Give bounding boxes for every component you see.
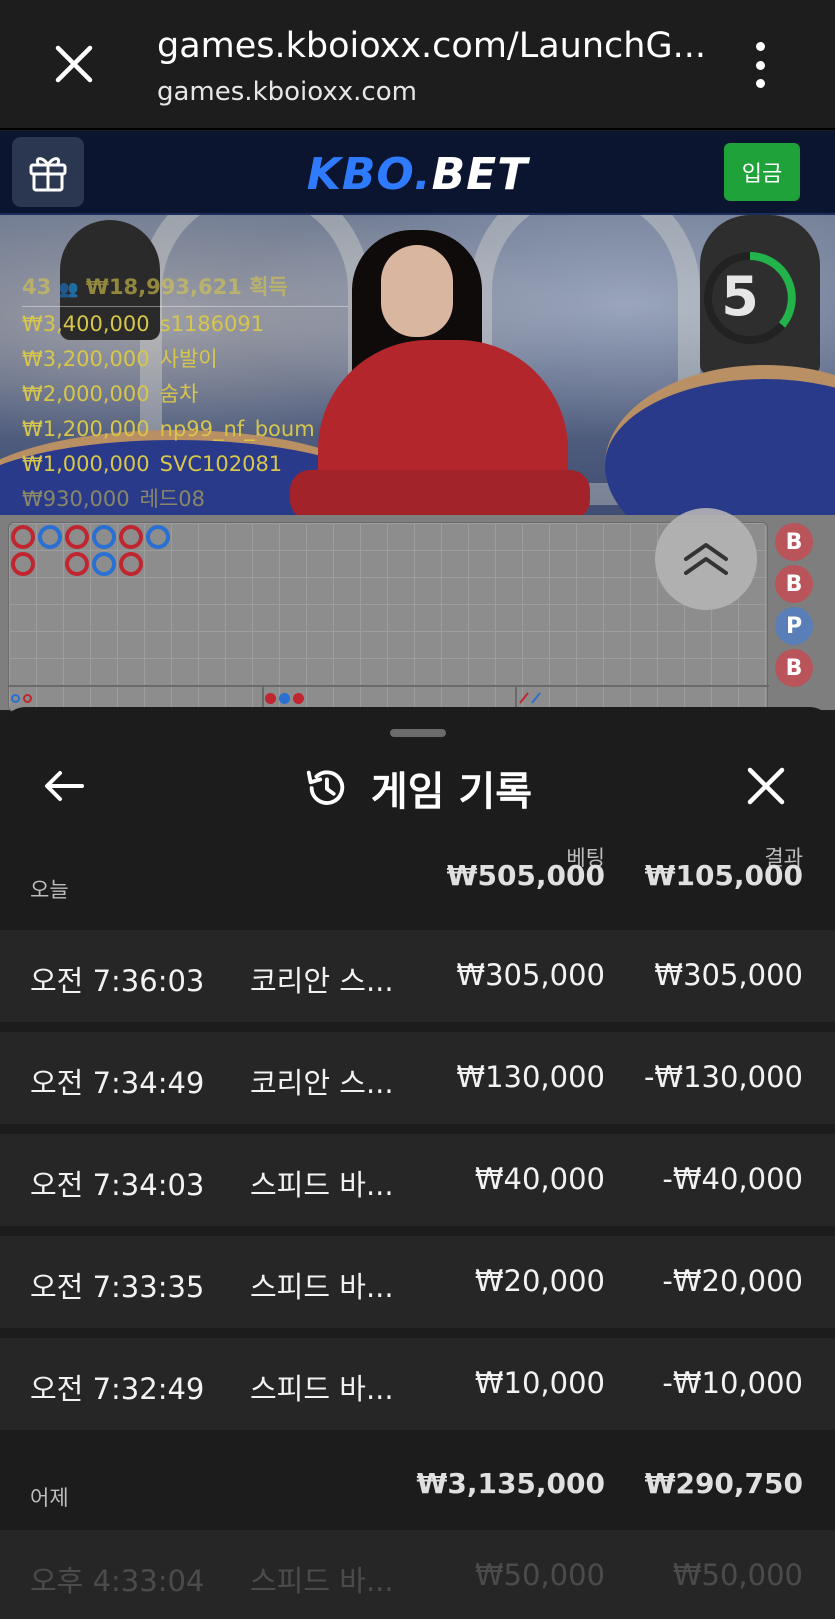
row-bet: ₩50,000	[474, 1558, 605, 1592]
site-logo[interactable]: KBO.BET	[0, 149, 835, 200]
cockroach-road-marks	[519, 692, 541, 704]
winner-total-suffix: 획득	[249, 275, 288, 299]
row-game: 코리안 스...	[250, 1066, 394, 1100]
expand-button[interactable]	[655, 508, 757, 610]
row-game: 스피드 바...	[250, 1270, 394, 1304]
group-header-today: 오늘 ₩505,000 ₩105,000	[0, 822, 835, 912]
history-icon	[306, 770, 345, 805]
winner-row: ₩1,200,000 np99_nf_boum	[22, 417, 315, 441]
group-label: 오늘	[30, 878, 69, 902]
bead-road-grid	[8, 522, 769, 715]
history-row[interactable]: 오전 7:34:49 코리안 스... ₩130,000 -₩130,000	[0, 1032, 835, 1124]
banker-bead	[11, 552, 35, 576]
banker-bead	[119, 525, 143, 549]
row-bet: ₩10,000	[474, 1366, 605, 1400]
row-result: ₩305,000	[654, 958, 803, 992]
group-bet-total: ₩3,135,000	[416, 1467, 605, 1500]
close-icon[interactable]	[744, 764, 788, 808]
banker-bead	[65, 552, 89, 576]
winner-total-amount: ₩18,993,621	[85, 275, 242, 299]
winners-list: 43 👥 ₩18,993,621 획득 ₩3,400,000 s1186091 ₩…	[22, 270, 348, 517]
row-bet: ₩130,000	[456, 1060, 605, 1094]
row-result: ₩50,000	[672, 1558, 803, 1592]
history-row[interactable]: 오전 7:33:35 스피드 바... ₩20,000 -₩20,000	[0, 1236, 835, 1328]
small-road-dot	[279, 693, 290, 704]
player-bead	[38, 525, 62, 549]
history-row[interactable]: 오전 7:36:03 코리안 스... ₩305,000 ₩305,000	[0, 930, 835, 1022]
banker-bead: B	[775, 649, 813, 687]
winner-row: ₩3,400,000 s1186091	[22, 312, 265, 336]
banker-bead	[11, 525, 35, 549]
winner-row: ₩2,000,000 숨차	[22, 382, 199, 406]
small-road-dot	[293, 693, 304, 704]
row-bet: ₩40,000	[474, 1162, 605, 1196]
row-time: 오후 4:33:04	[30, 1564, 205, 1598]
sheet-title: 게임 기록	[370, 769, 533, 815]
browser-url-title[interactable]: games.kboioxx.com/LaunchG...	[157, 26, 717, 66]
player-bead: P	[775, 607, 813, 645]
banker-bead: B	[775, 565, 813, 603]
more-options-icon[interactable]	[748, 42, 772, 88]
small-road-dot	[11, 694, 20, 703]
banker-bead	[119, 552, 143, 576]
browser-toolbar: games.kboioxx.com/LaunchG... games.kboio…	[0, 0, 835, 130]
history-row[interactable]: 오후 4:33:04 스피드 바... ₩50,000 ₩50,000	[0, 1530, 835, 1619]
row-result: -₩130,000	[643, 1060, 803, 1094]
row-result: -₩40,000	[662, 1162, 803, 1196]
player-bead	[146, 525, 170, 549]
countdown-number: 5	[721, 265, 759, 328]
row-bet: ₩305,000	[456, 958, 605, 992]
row-result: -₩10,000	[662, 1366, 803, 1400]
banker-bead: B	[775, 523, 813, 561]
group-label: 어제	[30, 1486, 69, 1510]
row-time: 오전 7:34:49	[30, 1066, 205, 1100]
site-header: KBO.BET 입금	[0, 131, 835, 215]
player-bead	[92, 525, 116, 549]
winner-row: ₩1,000,000 SVC102081	[22, 452, 283, 476]
double-chevron-up-icon	[684, 543, 728, 575]
row-time: 오전 7:33:35	[30, 1270, 205, 1304]
group-result-total: ₩105,000	[644, 859, 803, 892]
row-time: 오전 7:36:03	[30, 964, 205, 998]
row-game: 스피드 바...	[250, 1168, 394, 1202]
winner-row: ₩3,200,000 사발이	[22, 347, 218, 371]
app-root: games.kboioxx.com/LaunchG... games.kboio…	[0, 0, 835, 1619]
group-header-yesterday: 어제 ₩3,135,000 ₩290,750	[0, 1430, 835, 1520]
winner-count: 43	[22, 275, 52, 299]
row-game: 코리안 스...	[250, 964, 394, 998]
sheet-drag-handle[interactable]	[390, 729, 446, 737]
group-result-total: ₩290,750	[644, 1467, 803, 1500]
row-time: 오전 7:32:49	[30, 1372, 205, 1406]
row-bet: ₩20,000	[474, 1264, 605, 1298]
small-road-dot	[23, 694, 32, 703]
sheet-header: 게임 기록	[0, 759, 835, 817]
row-game: 스피드 바...	[250, 1564, 394, 1598]
row-result: -₩20,000	[662, 1264, 803, 1298]
big-road-column: B B P B	[775, 523, 835, 691]
group-bet-total: ₩505,000	[446, 859, 605, 892]
deposit-button[interactable]: 입금	[724, 143, 800, 201]
row-time: 오전 7:34:03	[30, 1168, 205, 1202]
close-tab-icon[interactable]	[50, 40, 98, 88]
small-road-dot	[265, 693, 276, 704]
history-row[interactable]: 오전 7:32:49 스피드 바... ₩10,000 -₩10,000	[0, 1338, 835, 1430]
browser-domain: games.kboioxx.com	[157, 77, 417, 107]
winner-row: ₩930,000 레드08	[22, 487, 205, 511]
banker-bead	[65, 525, 89, 549]
player-bead	[92, 552, 116, 576]
history-row[interactable]: 오전 7:34:03 스피드 바... ₩40,000 -₩40,000	[0, 1134, 835, 1226]
game-history-sheet: 게임 기록 베팅 결과 오늘 ₩505,000 ₩105,000 오전 7:36…	[0, 707, 835, 1619]
row-game: 스피드 바...	[250, 1372, 394, 1406]
